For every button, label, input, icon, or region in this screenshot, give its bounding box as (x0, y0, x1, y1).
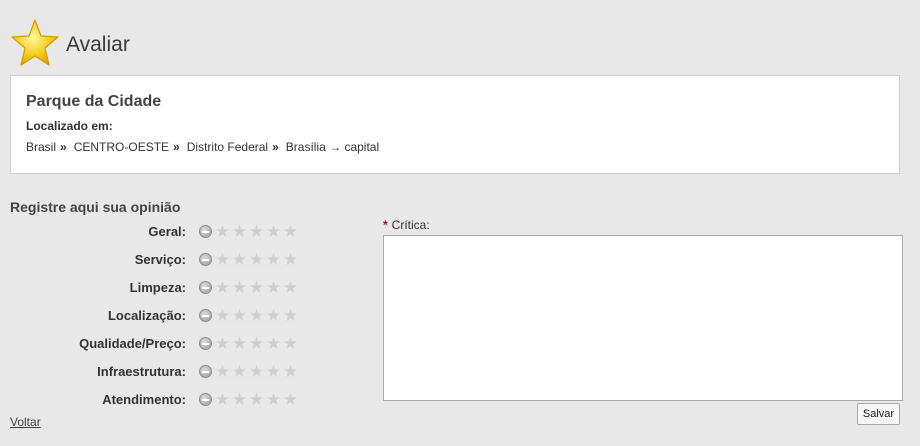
clear-rating-icon[interactable] (199, 364, 212, 378)
rating-star-icon[interactable]: ★ (231, 335, 248, 352)
rating-star-icon[interactable]: ★ (248, 223, 265, 240)
clear-rating-icon[interactable] (199, 280, 212, 294)
rating-star-icon[interactable]: ★ (265, 307, 282, 324)
rating-row-servico: Serviço: ★ ★ ★ ★ ★ (10, 249, 299, 269)
star-rating[interactable]: ★ ★ ★ ★ ★ (214, 391, 299, 408)
rating-star-icon[interactable]: ★ (282, 279, 299, 296)
rating-row-geral: Geral: ★ ★ ★ ★ ★ (10, 221, 299, 241)
clear-rating-icon[interactable] (199, 224, 212, 238)
breadcrumb-item[interactable]: CENTRO-OESTE (74, 140, 169, 154)
review-label-text: Crítica: (391, 218, 430, 232)
rating-star-icon[interactable]: ★ (248, 391, 265, 408)
located-label: Localizado em: (26, 119, 113, 133)
rating-star-icon[interactable]: ★ (231, 223, 248, 240)
place-info-panel: Parque da Cidade Localizado em: Brasil » C… (10, 75, 900, 174)
rating-label: Localização: (107, 307, 186, 323)
breadcrumb-separator: » (60, 140, 67, 154)
breadcrumb-separator: » (173, 140, 180, 154)
breadcrumb: Brasil » CENTRO-OESTE » Distrito Federal » Bra… (26, 140, 379, 154)
star-rating[interactable]: ★ ★ ★ ★ ★ (214, 335, 299, 352)
rating-label: Qualidade/Preço: (79, 335, 186, 351)
rating-star-icon[interactable]: ★ (265, 251, 282, 268)
clear-rating-icon[interactable] (199, 308, 212, 322)
rating-star-icon[interactable]: ★ (231, 363, 248, 380)
rating-star-icon[interactable]: ★ (231, 251, 248, 268)
rating-star-icon[interactable]: ★ (214, 391, 231, 408)
rating-star-icon[interactable]: ★ (265, 335, 282, 352)
rating-star-icon[interactable]: ★ (265, 279, 282, 296)
rating-star-icon[interactable]: ★ (248, 307, 265, 324)
rating-star-icon[interactable]: ★ (231, 279, 248, 296)
breadcrumb-separator: » (272, 140, 279, 154)
rating-row-localizacao: Localização: ★ ★ ★ ★ ★ (10, 305, 299, 325)
rating-star-icon[interactable]: ★ (248, 279, 265, 296)
required-marker: * (383, 218, 388, 232)
rating-star-icon[interactable]: ★ (214, 335, 231, 352)
place-name: Parque da Cidade (26, 93, 162, 110)
rating-star-icon[interactable]: ★ (282, 251, 299, 268)
rating-label: Atendimento: (102, 391, 186, 407)
rating-star-icon[interactable]: ★ (265, 391, 282, 408)
page-header: Avaliar (10, 18, 130, 68)
rating-star-icon[interactable]: ★ (214, 251, 231, 268)
breadcrumb-item[interactable]: Brasil (26, 140, 56, 154)
page-title: Avaliar (66, 33, 130, 56)
review-textarea[interactable] (383, 235, 903, 401)
back-link[interactable]: Voltar (10, 415, 41, 429)
rating-star-icon[interactable]: ★ (282, 363, 299, 380)
clear-rating-icon[interactable] (199, 252, 212, 266)
rating-star-icon[interactable]: ★ (214, 279, 231, 296)
star-rating[interactable]: ★ ★ ★ ★ ★ (214, 307, 299, 324)
rating-label: Geral: (148, 223, 186, 239)
rating-star-icon[interactable]: ★ (248, 335, 265, 352)
opinion-title: Registre aqui sua opinião (10, 199, 181, 215)
rating-star-icon[interactable]: ★ (265, 223, 282, 240)
save-button[interactable]: Salvar (857, 403, 900, 425)
rating-star-icon[interactable]: ★ (282, 335, 299, 352)
rating-star-icon[interactable]: ★ (282, 391, 299, 408)
rating-star-icon[interactable]: ★ (248, 363, 265, 380)
rating-row-qualidade-preco: Qualidade/Preço: ★ ★ ★ ★ ★ (10, 333, 299, 353)
rating-label: Infraestrutura: (97, 363, 186, 379)
clear-rating-icon[interactable] (199, 392, 212, 406)
rating-label: Limpeza: (129, 279, 186, 295)
rating-star-icon[interactable]: ★ (214, 307, 231, 324)
rating-row-atendimento: Atendimento: ★ ★ ★ ★ ★ (10, 389, 299, 409)
rating-star-icon[interactable]: ★ (282, 307, 299, 324)
review-label: * Crítica: (383, 218, 430, 232)
rating-star-icon[interactable]: ★ (231, 391, 248, 408)
rating-star-icon[interactable]: ★ (231, 307, 248, 324)
breadcrumb-item[interactable]: Distrito Federal (187, 140, 268, 154)
star-rating[interactable]: ★ ★ ★ ★ ★ (214, 251, 299, 268)
star-rating[interactable]: ★ ★ ★ ★ ★ (214, 223, 299, 240)
star-rating[interactable]: ★ ★ ★ ★ ★ (214, 363, 299, 380)
rating-row-infraestrutura: Infraestrutura: ★ ★ ★ ★ ★ (10, 361, 299, 381)
rating-star-icon[interactable]: ★ (265, 363, 282, 380)
rating-star-icon[interactable]: ★ (248, 251, 265, 268)
rating-star-icon[interactable]: ★ (214, 363, 231, 380)
rating-star-icon[interactable]: ★ (282, 223, 299, 240)
breadcrumb-item[interactable]: Brasília → capital (286, 140, 379, 154)
clear-rating-icon[interactable] (199, 336, 212, 350)
rating-star-icon[interactable]: ★ (214, 223, 231, 240)
rating-row-limpeza: Limpeza: ★ ★ ★ ★ ★ (10, 277, 299, 297)
rating-label: Serviço: (134, 251, 186, 267)
star-icon (11, 19, 59, 66)
star-rating[interactable]: ★ ★ ★ ★ ★ (214, 279, 299, 296)
